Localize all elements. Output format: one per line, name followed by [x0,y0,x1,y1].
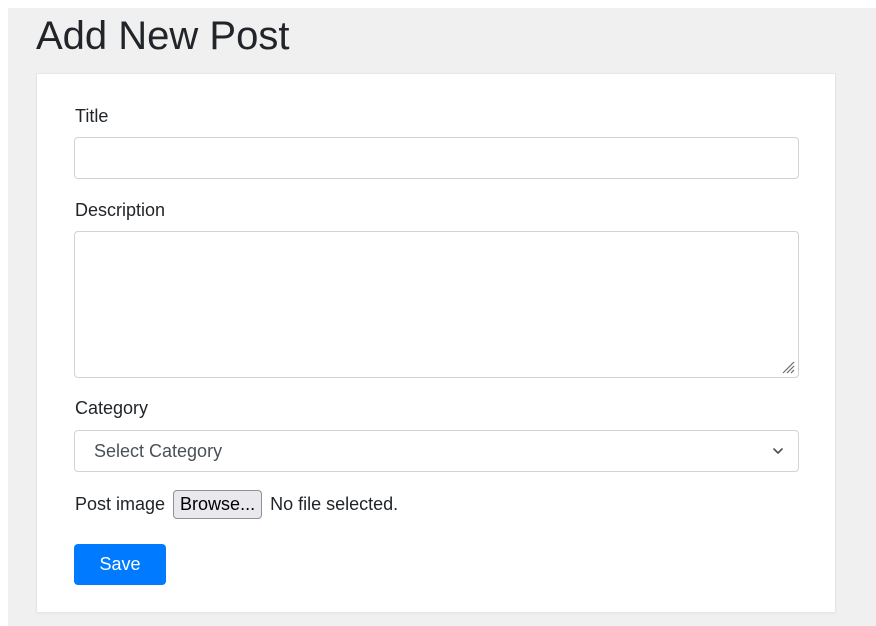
page-title: Add New Post [36,14,290,58]
description-textarea[interactable] [74,231,799,378]
post-form-card: Title Description Category Select Catego… [36,73,836,613]
category-select[interactable]: Select Category [74,430,799,472]
post-image-label: Post image [75,493,166,514]
resize-grip-icon[interactable] [781,360,795,374]
file-status: No file selected. [270,493,399,514]
title-input[interactable] [74,137,799,179]
post-image-field: Post image Browse... No file selected. [75,489,398,519]
chevron-down-icon [773,448,783,454]
category-label: Category [75,398,149,418]
save-button[interactable]: Save [74,544,166,585]
browse-button[interactable]: Browse... [173,489,263,519]
title-label: Title [75,106,109,126]
description-label: Description [75,200,166,220]
category-selected-value: Select Category [94,440,223,461]
